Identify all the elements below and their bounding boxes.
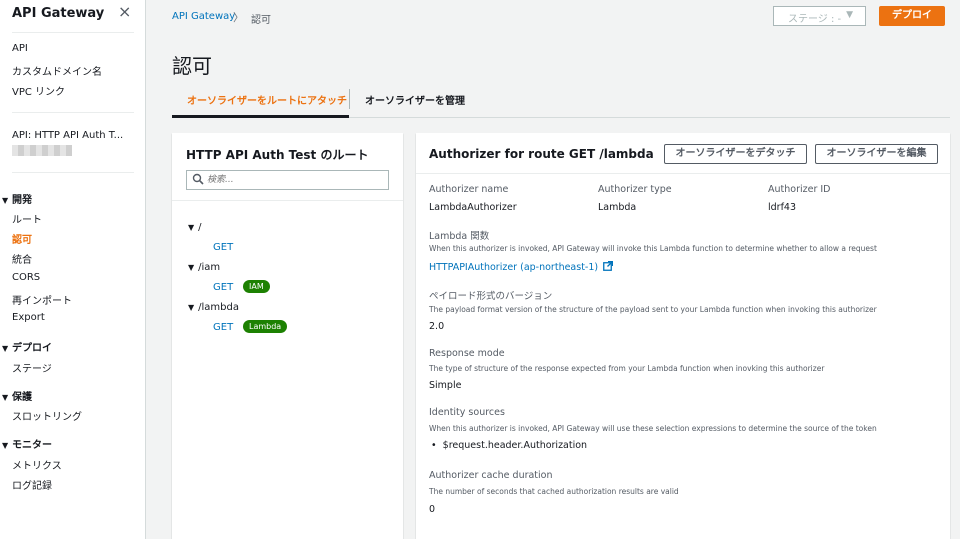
route-path: /iam [198,262,221,273]
detach-authorizer-button[interactable]: オーソライザーをデタッチ [664,144,807,164]
identity-sources-label: Identity sources [429,407,505,418]
lambda-function-link-text: HTTPAPIAuthorizer (ap-northeast-1) [429,262,599,273]
authorizer-id-label: Authorizer ID [768,184,831,195]
payload-version-value: 2.0 [429,321,445,332]
sidebar: API Gateway × API カスタムドメイン名 VPC リンク API:… [0,0,146,539]
sidebar-item-stages[interactable]: ステージ [12,360,52,375]
routes-panel: HTTP API Auth Test のルート ▼/ GET ▼/iam GET… [172,133,403,539]
lambda-function-description: When this authorizer is invoked, API Gat… [429,244,877,253]
search-input[interactable] [207,173,382,187]
route-node[interactable]: ▼/lambda [188,302,239,313]
sidebar-item-custom-domains[interactable]: カスタムドメイン名 [12,63,102,78]
sidebar-item-export[interactable]: Export [12,312,45,323]
section-develop[interactable]: ▼ 開発 [2,191,32,206]
identity-sources-description: When this authorizer is invoked, API Gat… [429,424,877,433]
breadcrumb-current: 認可 [251,15,271,26]
divider [416,173,950,174]
authorizer-badge: Lambda [243,320,288,333]
stage-select-value: ステージ : - [788,14,842,25]
sidebar-item-vpc-links[interactable]: VPC リンク [12,83,65,98]
caret-down-icon: ▼ [188,303,195,312]
caret-down-icon: ▼ [2,344,9,353]
divider [12,112,134,113]
authorizer-name-value: LambdaAuthorizer [429,202,517,213]
section-label: モニター [12,440,52,451]
caret-down-icon: ▼ [846,10,853,20]
authorizer-id-value: ldrf43 [768,202,797,213]
section-label: 開発 [12,195,32,206]
active-tab-indicator [172,115,349,118]
authorizer-type-label: Authorizer type [598,184,672,195]
section-protect[interactable]: ▼ 保護 [2,388,32,403]
routes-panel-title: HTTP API Auth Test のルート [186,148,369,162]
chevron-right-icon: 〉 [233,11,244,24]
sidebar-item-routes[interactable]: ルート [12,211,42,226]
sidebar-item-cors[interactable]: CORS [12,272,40,283]
section-label: デプロイ [12,343,52,354]
section-deploy[interactable]: ▼ デプロイ [2,339,52,354]
route-path: /lambda [198,302,239,313]
identity-source-item: • $request.header.Authorization [431,440,588,451]
route-node[interactable]: ▼/iam [188,262,220,273]
search-icon [192,173,204,185]
sidebar-item-metrics[interactable]: メトリクス [12,457,62,472]
section-monitor[interactable]: ▼ モニター [2,436,52,451]
sidebar-item-throttling[interactable]: スロットリング [12,408,82,423]
authorizer-name-label: Authorizer name [429,184,509,195]
detail-panel-title: Authorizer for route GET /lambda [429,147,654,161]
redacted-api-id [12,145,72,156]
response-mode-label: Response mode [429,348,505,359]
response-mode-value: Simple [429,380,462,391]
caret-down-icon: ▼ [188,263,195,272]
authorizer-detail-panel: Authorizer for route GET /lambda オーソライザー… [416,133,950,539]
authorizer-badge: IAM [243,280,270,293]
lambda-function-link[interactable]: HTTPAPIAuthorizer (ap-northeast-1) [429,260,614,273]
sidebar-api-name[interactable]: API: HTTP API Auth T... [12,130,123,141]
cache-duration-description: The number of seconds that cached author… [429,487,679,496]
close-icon[interactable]: × [118,2,131,21]
route-path: / [198,222,202,233]
caret-down-icon: ▼ [2,393,9,402]
divider [12,32,134,33]
sidebar-item-integrations[interactable]: 統合 [12,251,32,266]
caret-down-icon: ▼ [188,223,195,232]
divider [12,172,134,173]
edit-authorizer-button[interactable]: オーソライザーを編集 [815,144,938,164]
section-label: 保護 [12,392,32,403]
payload-version-description: The payload format version of the struct… [429,305,877,314]
route-method-get[interactable]: GET [213,322,233,333]
route-method-get[interactable]: GET [213,242,233,253]
route-node[interactable]: ▼ / [188,222,202,233]
route-method-get[interactable]: GET [213,282,233,293]
tab-divider [349,89,350,109]
sidebar-item-api[interactable]: API [12,43,28,54]
sidebar-title: API Gateway [12,6,105,21]
sidebar-item-reimport[interactable]: 再インポート [12,292,72,307]
page-title: 認可 [172,54,212,78]
identity-source-value: $request.header.Authorization [442,440,588,451]
lambda-function-label: Lambda 関数 [429,231,490,242]
deploy-button[interactable]: デプロイ [879,6,945,26]
stage-select[interactable]: ステージ : - ▼ [773,6,866,26]
caret-down-icon: ▼ [2,441,9,450]
tab-manage-authorizers[interactable]: オーソライザーを管理 [365,92,465,107]
response-mode-description: The type of structure of the response ex… [429,364,825,373]
sidebar-item-logging[interactable]: ログ記録 [12,477,52,492]
cache-duration-label: Authorizer cache duration [429,470,553,481]
breadcrumb-api-gateway[interactable]: API Gateway [172,11,235,22]
sidebar-item-authorization[interactable]: 認可 [12,231,32,246]
divider [172,200,403,201]
external-link-icon [603,260,614,271]
cache-duration-value: 0 [429,504,436,515]
tab-attach-authorizer[interactable]: オーソライザーをルートにアタッチ [187,92,347,107]
caret-down-icon: ▼ [2,196,9,205]
authorizer-type-value: Lambda [598,202,637,213]
search-field[interactable] [186,170,389,190]
payload-version-label: ペイロード形式のバージョン [429,291,553,302]
